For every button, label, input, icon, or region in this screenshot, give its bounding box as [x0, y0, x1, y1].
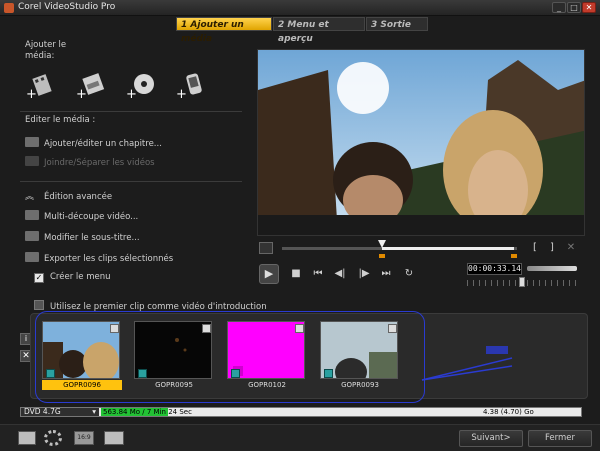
stop-button[interactable]: ■ [289, 267, 303, 281]
join-split-item[interactable]: Joindre/Séparer les vidéos [25, 156, 155, 170]
trim-selection [382, 247, 514, 250]
app-icon [4, 3, 14, 13]
svg-text:+: + [126, 87, 137, 100]
home-button[interactable]: ⏮ [311, 267, 325, 281]
annotation-arrow [421, 346, 513, 381]
next-button[interactable]: Suivant> [459, 430, 523, 447]
gear-icon[interactable] [44, 430, 62, 446]
checkbox-checked-icon: ✓ [34, 273, 44, 283]
delete-x-icon[interactable]: ✕ [564, 241, 578, 255]
left-panel: Ajouter le média: + + + + Editer le médi… [20, 38, 267, 312]
disc-capacity-bar: DVD 4.7G ▾ 563.84 Mo / 7 Min 24 Sec 4.38… [20, 407, 582, 417]
jog-handle[interactable] [519, 277, 525, 287]
step-number: 1 [181, 20, 188, 30]
export-icon [25, 252, 39, 262]
next-frame-button[interactable]: |▶ [357, 267, 371, 281]
create-menu-checkbox[interactable]: ✓ Créer le menu [34, 270, 110, 284]
chevron-up-icon: ︽ [25, 192, 35, 202]
video-preview [257, 49, 585, 236]
timecode-display[interactable]: 00:00:33.14 [467, 263, 522, 275]
step-number: 3 [371, 20, 378, 30]
aspect-ratio-icon[interactable] [259, 242, 273, 254]
advanced-edit-toggle[interactable]: ︽ Édition avancée [25, 190, 112, 204]
add-chapter-label: Ajouter/éditer un chapitre... [44, 139, 162, 149]
tab-menu-preview[interactable]: 2 Menu et aperçu [273, 17, 365, 44]
close-button[interactable]: ✕ [582, 2, 596, 13]
add-disc-icon[interactable]: + [126, 70, 156, 102]
used-size: 563.84 Mo [103, 408, 141, 416]
create-menu-label: Créer le menu [50, 272, 111, 282]
join-split-icon [25, 156, 39, 166]
step-number: 2 [278, 20, 285, 30]
chapter-icon [25, 137, 39, 147]
separator [20, 111, 242, 112]
mark-in-button[interactable]: [ [528, 241, 542, 255]
previous-frame-button[interactable]: ◀| [333, 267, 347, 281]
multi-trim-label: Multi-découpe vidéo... [44, 212, 139, 222]
tab-add-media[interactable]: 1 Ajouter un média [176, 17, 272, 44]
project-settings-icon[interactable] [18, 431, 36, 445]
mark-in-marker[interactable] [379, 254, 385, 258]
disc-type-value: DVD 4.7G [24, 407, 61, 416]
subtitle-item[interactable]: Modifier le sous-titre... [25, 231, 140, 245]
printer-icon[interactable] [104, 431, 124, 445]
annotation-highlight-box [35, 311, 425, 403]
title-bar: Corel VideoStudio Pro _ □ ✕ [0, 0, 600, 16]
add-chapter-item[interactable]: Ajouter/éditer un chapitre... [25, 137, 162, 151]
used-duration: / 7 Min 24 Sec [142, 408, 192, 416]
footer-toolbar: 16:9 Suivant> Fermer [0, 424, 600, 451]
add-media-label: Ajouter le média: [25, 40, 67, 61]
export-clips-item[interactable]: Exporter les clips sélectionnés [25, 252, 173, 266]
advanced-edit-label: Édition avancée [44, 192, 113, 202]
play-button[interactable]: ▶ [259, 264, 279, 284]
multi-trim-icon [25, 210, 39, 220]
add-video-icon[interactable]: + [26, 70, 56, 102]
end-button[interactable]: ⏭ [379, 267, 393, 281]
capacity-total: 4.38 (4.70) Go [483, 408, 534, 416]
subtitle-label: Modifier le sous-titre... [44, 233, 140, 243]
maximize-button[interactable]: □ [567, 2, 581, 13]
mark-out-marker[interactable] [511, 254, 517, 258]
edit-media-label: Editer le média : [25, 115, 96, 125]
preview-frame-image [258, 50, 584, 235]
capacity-used-text: 563.84 Mo / 7 Min 24 Sec [103, 408, 192, 416]
subtitle-icon [25, 231, 39, 241]
checkbox-icon [34, 300, 44, 310]
svg-text:+: + [76, 87, 87, 100]
aspect-ratio-toggle-icon[interactable]: 16:9 [74, 431, 94, 445]
player-controls: [ ] ✕ ▶ ■ ⏮ ◀| |▶ ⏭ ↻ 00:00:33.14 [257, 238, 585, 298]
disc-type-select[interactable]: DVD 4.7G ▾ [21, 408, 99, 416]
minimize-button[interactable]: _ [552, 2, 566, 13]
mark-out-button[interactable]: ] [545, 241, 559, 255]
repeat-icon[interactable]: ↻ [402, 267, 416, 281]
close-wizard-button[interactable]: Fermer [528, 430, 592, 447]
join-split-label: Joindre/Séparer les vidéos [44, 158, 155, 168]
step-label: Menu et aperçu [278, 20, 329, 44]
tab-output[interactable]: 3 Sortie [366, 17, 428, 31]
separator [20, 181, 242, 182]
chevron-down-icon: ▾ [92, 407, 96, 416]
export-label: Exporter les clips sélectionnés [44, 254, 174, 264]
step-label: Sortie [380, 20, 412, 30]
multi-trim-item[interactable]: Multi-découpe vidéo... [25, 210, 138, 224]
add-device-icon[interactable]: + [176, 70, 206, 102]
volume-slider[interactable] [527, 266, 577, 271]
window-title: Corel VideoStudio Pro [18, 2, 116, 12]
svg-text:+: + [26, 87, 37, 100]
add-vsp-project-icon[interactable]: + [76, 70, 106, 102]
svg-text:+: + [176, 87, 187, 100]
